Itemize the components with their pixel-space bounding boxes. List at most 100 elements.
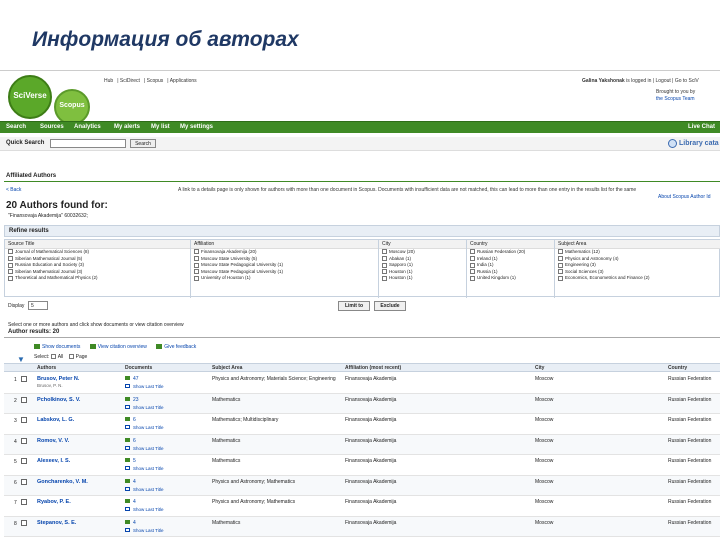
checkbox[interactable] xyxy=(558,275,563,281)
documents-count-link[interactable]: 4 xyxy=(125,499,136,505)
checkbox[interactable] xyxy=(558,269,563,275)
show-documents-tool[interactable]: Show documents xyxy=(34,344,80,350)
refine-option[interactable]: Moscow State Pedagogical University (1) xyxy=(191,269,378,276)
top-link-hub[interactable]: Hub xyxy=(104,78,113,84)
scopus-logo[interactable]: Scopus xyxy=(54,89,90,125)
col-country[interactable]: Country xyxy=(668,365,687,371)
sciverse-logo[interactable]: SciVerse xyxy=(8,75,52,119)
refine-option[interactable]: Moscow (20) xyxy=(379,249,466,256)
scopus-team-link[interactable]: the Scopus Team xyxy=(656,96,695,103)
refine-option[interactable]: Physics and Astronomy (4) xyxy=(555,256,720,263)
checkbox[interactable] xyxy=(8,269,13,275)
nav-analytics[interactable]: Analytics xyxy=(74,124,101,130)
quick-search-button[interactable]: Search xyxy=(130,139,156,148)
back-link[interactable]: < Back xyxy=(6,187,21,193)
show-last-title-link[interactable]: Show Last Title xyxy=(125,384,164,389)
nav-search[interactable]: Search xyxy=(6,124,26,130)
logout-link[interactable]: Logout xyxy=(655,78,670,84)
refine-option[interactable]: Finansovaja Akademija (20) xyxy=(191,249,378,256)
citation-overview-tool[interactable]: View citation overview xyxy=(89,344,147,350)
checkbox[interactable] xyxy=(194,269,199,275)
documents-count-link[interactable]: 47 xyxy=(125,376,139,382)
about-author-id-link[interactable]: About Scopus Author Id xyxy=(658,194,711,200)
refine-option[interactable]: Economics, Econometrics and Finance (2) xyxy=(555,275,720,282)
documents-count-link[interactable]: 5 xyxy=(125,458,136,464)
nav-sources[interactable]: Sources xyxy=(40,124,64,130)
nav-my-settings[interactable]: My settings xyxy=(180,124,213,130)
documents-count-link[interactable]: 4 xyxy=(125,478,136,485)
checkbox[interactable] xyxy=(8,255,13,261)
checkbox[interactable] xyxy=(382,255,387,261)
library-icon[interactable] xyxy=(668,139,677,148)
documents-count-link[interactable]: 23 xyxy=(125,396,139,403)
give-feedback-tool[interactable]: Give feedback xyxy=(156,344,196,350)
documents-count-link[interactable]: 6 xyxy=(125,437,136,444)
checkbox[interactable] xyxy=(194,249,199,255)
checkbox[interactable] xyxy=(194,275,199,281)
refine-option[interactable]: Mathematics (12) xyxy=(555,249,720,256)
author-name-link[interactable]: Ryabov, P. E. xyxy=(37,499,71,505)
show-last-title-link[interactable]: Show Last Title xyxy=(125,527,164,533)
author-name-link[interactable]: Stepanov, S. E. xyxy=(37,520,76,526)
checkbox[interactable] xyxy=(382,275,387,281)
go-to-link[interactable]: Go to SciV xyxy=(675,78,699,84)
checkbox[interactable] xyxy=(8,249,13,255)
checkbox[interactable] xyxy=(8,275,13,281)
display-select[interactable]: 5 xyxy=(28,301,48,310)
checkbox[interactable] xyxy=(558,255,563,261)
refine-option[interactable]: United Kingdom (1) xyxy=(467,275,554,282)
refine-option[interactable]: Ireland (1) xyxy=(467,256,554,263)
refine-option[interactable]: Siberian Mathematical Journal (3) xyxy=(5,269,190,276)
col-documents[interactable]: Documents xyxy=(125,365,152,371)
row-checkbox[interactable] xyxy=(21,417,27,423)
show-last-title-link[interactable]: Show Last Title xyxy=(125,404,164,410)
show-last-title-link[interactable]: Show Last Title xyxy=(125,466,164,471)
show-last-title-link[interactable]: Show Last Title xyxy=(125,445,164,451)
author-name-link[interactable]: Brusov, Peter N. xyxy=(37,376,79,382)
row-checkbox[interactable] xyxy=(21,499,27,505)
quick-search-input[interactable] xyxy=(50,139,126,148)
row-checkbox[interactable] xyxy=(21,396,27,403)
checkbox[interactable] xyxy=(470,269,475,275)
refine-option[interactable]: Social Sciences (3) xyxy=(555,269,720,276)
checkbox[interactable] xyxy=(470,275,475,281)
documents-count-link[interactable]: 6 xyxy=(125,417,136,423)
select-all-checkbox[interactable] xyxy=(50,354,56,360)
row-checkbox[interactable] xyxy=(21,458,27,464)
refine-option[interactable]: India (1) xyxy=(467,262,554,269)
refine-option[interactable]: Abakan (1) xyxy=(379,256,466,263)
top-link-sciencedirect[interactable]: SciDirect xyxy=(120,78,140,84)
author-name-link[interactable]: Alexeev, I. S. xyxy=(37,458,70,464)
row-checkbox[interactable] xyxy=(21,519,27,526)
refine-option[interactable]: Sapporo (1) xyxy=(379,262,466,269)
limit-to-button[interactable]: Limit to xyxy=(338,301,370,311)
refine-option[interactable]: Siberian Mathematical Journal (5) xyxy=(5,256,190,263)
col-authors[interactable]: Authors xyxy=(37,365,56,371)
refine-option[interactable]: Engineering (3) xyxy=(555,262,720,269)
checkbox[interactable] xyxy=(194,255,199,261)
checkbox[interactable] xyxy=(558,262,563,268)
checkbox[interactable] xyxy=(470,249,475,255)
refine-option[interactable]: Russia (1) xyxy=(467,269,554,276)
checkbox[interactable] xyxy=(382,249,387,255)
col-affiliation[interactable]: Affiliation (most recent) xyxy=(345,365,401,371)
library-catalog-link[interactable]: Library cata xyxy=(679,140,719,147)
col-city[interactable]: City xyxy=(535,365,544,371)
author-name-link[interactable]: Pcholkinov, S. V. xyxy=(37,397,80,403)
refine-option[interactable]: Moscow State Pedagogical University (1) xyxy=(191,262,378,269)
refine-option[interactable]: University of Houston (1) xyxy=(191,275,378,282)
refine-option[interactable]: Russian Federation (20) xyxy=(467,249,554,256)
author-name-link[interactable]: Romov, V. V. xyxy=(37,438,69,444)
author-name-link[interactable]: Goncharenko, V. M. xyxy=(37,479,88,485)
checkbox[interactable] xyxy=(8,262,13,268)
refine-option[interactable]: Journal of Mathematical Sciences (8) xyxy=(5,249,190,256)
refine-option[interactable]: Houston (1) xyxy=(379,269,466,276)
author-name-link[interactable]: Labskov, L. G. xyxy=(37,417,74,423)
nav-my-alerts[interactable]: My alerts xyxy=(114,124,140,130)
select-page-checkbox[interactable] xyxy=(68,354,74,360)
col-subject-area[interactable]: Subject Area xyxy=(212,365,242,371)
checkbox[interactable] xyxy=(470,255,475,261)
nav-live-chat[interactable]: Live Chat xyxy=(688,124,715,130)
show-last-title-link[interactable]: Show Last Title xyxy=(125,425,164,430)
refine-option[interactable]: Houston (1) xyxy=(379,275,466,282)
